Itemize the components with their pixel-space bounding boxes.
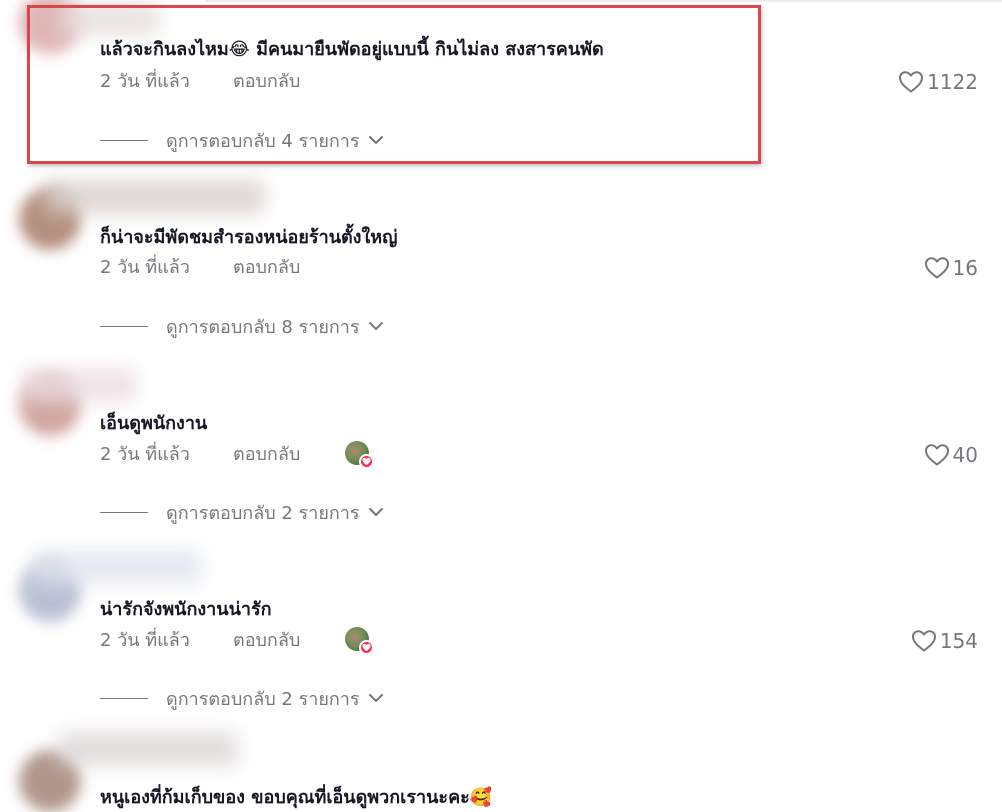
laughing-emoji-icon: 😂: [228, 39, 250, 60]
reply-button[interactable]: ตอบกลับ: [233, 256, 300, 280]
comment-text: ก็น่าจะมีพัดชมสำรองหน่อยร้านตั้งใหญ่: [100, 227, 398, 248]
comment-meta: 2 วัน ที่แล้ว ตอบกลับ: [100, 256, 300, 280]
username-blurred[interactable]: [58, 732, 238, 766]
replies-divider: [100, 697, 148, 699]
like-count: 154: [939, 629, 978, 653]
like-button[interactable]: 1122: [898, 69, 978, 95]
comment-time: 2 วัน ที่แล้ว: [100, 630, 190, 651]
username-blurred[interactable]: [32, 550, 202, 584]
like-button[interactable]: 154: [911, 628, 978, 654]
like-count: 40: [952, 443, 978, 467]
like-count: 1122: [927, 70, 978, 94]
view-replies-label: ดูการตอบกลับ 2 รายการ: [166, 688, 360, 710]
heart-outline-icon: [924, 444, 949, 466]
view-replies-label: ดูการตอบกลับ 2 รายการ: [166, 502, 360, 524]
heart-outline-icon: [899, 71, 924, 93]
creator-liked-badge-icon: [345, 627, 374, 655]
replies-divider: [100, 139, 148, 141]
chevron-down-icon: [368, 694, 383, 702]
chevron-down-icon: [368, 322, 383, 330]
comment-item: แล้วจะกินลงไหม😂 มีคนมายืนพัดอยู่แบบนี้ ก…: [0, 0, 1002, 186]
chevron-down-icon: [368, 508, 383, 516]
comment-meta: 2 วัน ที่แล้ว ตอบกลับ: [100, 70, 300, 94]
like-button[interactable]: 40: [924, 442, 978, 468]
comment-item: น่ารักจังพนักงานน่ารัก 2 วัน ที่แล้ว ตอบ…: [0, 550, 1002, 744]
view-replies-button[interactable]: ดูการตอบกลับ 2 รายการ: [100, 686, 384, 710]
view-replies-button[interactable]: ดูการตอบกลับ 2 รายการ: [100, 500, 384, 524]
username-blurred[interactable]: [45, 180, 265, 214]
replies-divider: [100, 511, 148, 513]
like-button[interactable]: 16: [924, 255, 978, 281]
comment-item: เอ็นดูพนักงาน 2 วัน ที่แล้ว ตอบกลับ 40 ด…: [0, 368, 1002, 558]
comment-time: 2 วัน ที่แล้ว: [100, 444, 190, 465]
view-replies-label: ดูการตอบกลับ 8 รายการ: [166, 316, 360, 338]
replies-divider: [100, 325, 148, 327]
view-replies-button[interactable]: ดูการตอบกลับ 4 รายการ: [100, 128, 384, 152]
view-replies-button[interactable]: ดูการตอบกลับ 8 รายการ: [100, 314, 384, 338]
comment-time: 2 วัน ที่แล้ว: [100, 71, 190, 92]
comment-text: เอ็นดูพนักงาน: [100, 413, 208, 434]
comment-meta: 2 วัน ที่แล้ว ตอบกลับ: [100, 441, 374, 469]
comment-text: แล้วจะกินลงไหม😂 มีคนมายืนพัดอยู่แบบนี้ ก…: [100, 39, 604, 60]
reply-button[interactable]: ตอบกลับ: [233, 629, 300, 653]
comment-meta: 2 วัน ที่แล้ว ตอบกลับ: [100, 627, 374, 655]
comment-text: น่ารักจังพนักงานน่ารัก: [100, 599, 272, 620]
like-count: 16: [952, 256, 978, 280]
heart-outline-icon: [924, 257, 949, 279]
reply-button[interactable]: ตอบกลับ: [233, 70, 300, 94]
view-replies-label: ดูการตอบกลับ 4 รายการ: [166, 130, 360, 152]
comment-time: 2 วัน ที่แล้ว: [100, 257, 190, 278]
heart-badge-icon: [359, 640, 374, 655]
comment-text: หนูเองที่ก้มเก็บของ ขอบคุณที่เอ็นดูพวกเร…: [100, 787, 493, 808]
reply-button[interactable]: ตอบกลับ: [233, 443, 300, 467]
username-blurred[interactable]: [60, 2, 160, 36]
creator-liked-badge-icon: [345, 441, 374, 469]
heart-badge-icon: [359, 454, 374, 469]
smiling-hearts-emoji-icon: 🥰: [469, 787, 493, 808]
comment-item: หนูเองที่ก้มเก็บของ ขอบคุณที่เอ็นดูพวกเร…: [0, 732, 1002, 812]
chevron-down-icon: [368, 136, 383, 144]
comment-item: ก็น่าจะมีพัดชมสำรองหน่อยร้านตั้งใหญ่ 2 ว…: [0, 180, 1002, 372]
username-blurred[interactable]: [22, 368, 137, 402]
heart-outline-icon: [911, 630, 936, 652]
